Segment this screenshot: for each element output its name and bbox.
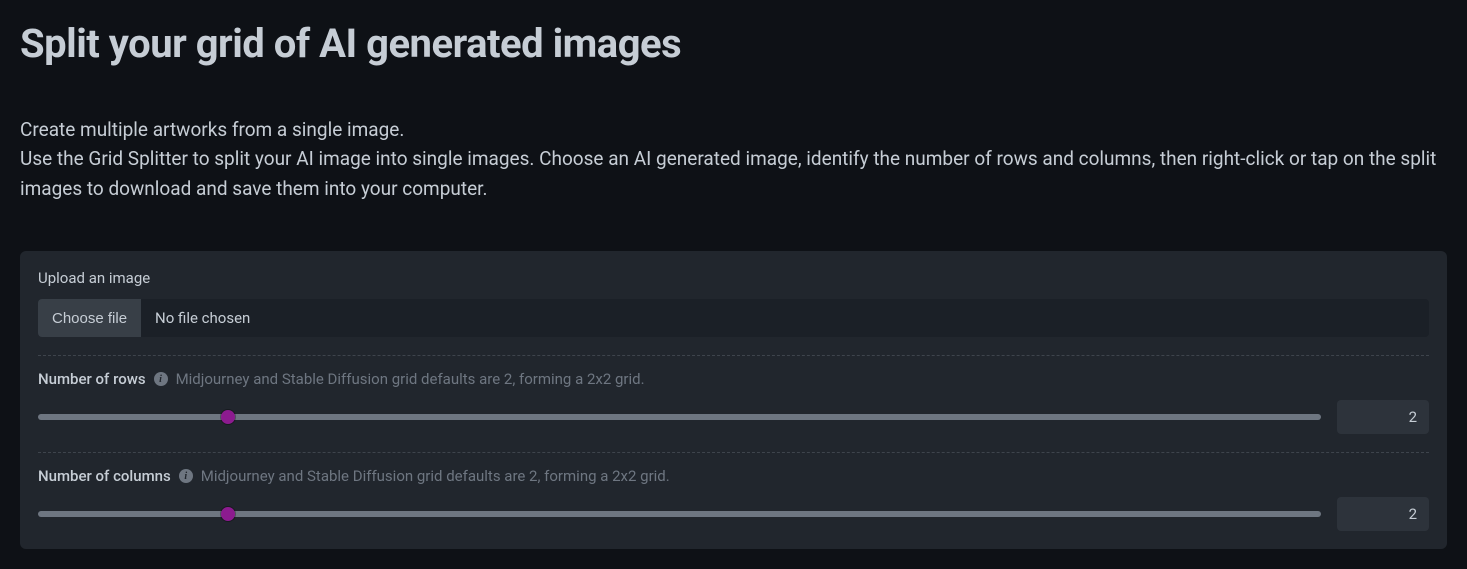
cols-slider-thumb[interactable] [221,507,235,521]
rows-slider-thumb[interactable] [221,410,235,424]
page-title: Split your grid of AI generated images [20,20,1447,67]
rows-hint: Midjourney and Stable Diffusion grid def… [176,370,645,388]
cols-value-input[interactable]: 2 [1337,497,1429,531]
divider [38,452,1429,453]
rows-header: Number of rows i Midjourney and Stable D… [38,370,1429,388]
intro-line-2: Use the Grid Splitter to split your AI i… [20,147,1436,199]
cols-slider-row: 2 [38,497,1429,531]
rows-section: Number of rows i Midjourney and Stable D… [38,370,1429,434]
cols-label: Number of columns [38,467,171,485]
info-icon[interactable]: i [179,469,193,483]
cols-slider[interactable] [38,511,1321,517]
rows-slider-row: 2 [38,400,1429,434]
rows-slider[interactable] [38,414,1321,420]
divider [38,355,1429,356]
info-icon[interactable]: i [154,372,168,386]
intro-line-1: Create multiple artworks from a single i… [20,118,404,141]
rows-label: Number of rows [38,370,146,388]
upload-section: Upload an image Choose file No file chos… [38,269,1429,337]
intro-text: Create multiple artworks from a single i… [20,115,1447,203]
rows-value-input[interactable]: 2 [1337,400,1429,434]
cols-header: Number of columns i Midjourney and Stabl… [38,467,1429,485]
cols-section: Number of columns i Midjourney and Stabl… [38,467,1429,531]
cols-hint: Midjourney and Stable Diffusion grid def… [201,467,670,485]
file-chosen-status: No file chosen [141,299,1429,337]
upload-label: Upload an image [38,269,1429,287]
choose-file-button[interactable]: Choose file [38,299,141,337]
controls-panel: Upload an image Choose file No file chos… [20,251,1447,549]
file-input-row: Choose file No file chosen [38,299,1429,337]
